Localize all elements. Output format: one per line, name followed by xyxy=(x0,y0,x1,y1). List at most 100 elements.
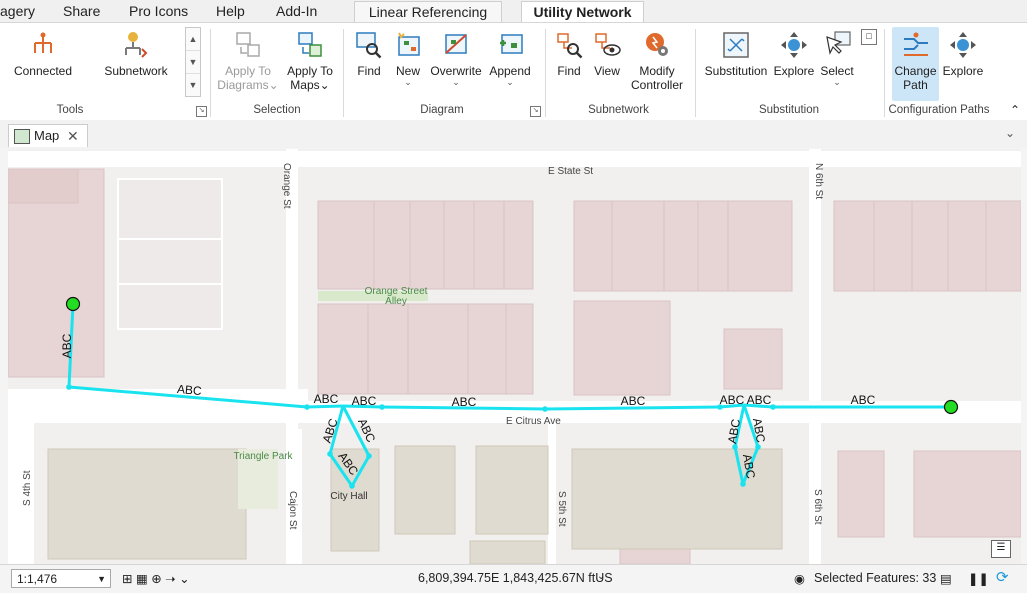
group-divider xyxy=(343,29,344,117)
street-label-orange-st: Orange St xyxy=(281,163,292,209)
close-icon[interactable]: ✕ xyxy=(67,125,79,147)
group-label-substitution: Substitution xyxy=(758,104,820,116)
trace-label: ABC xyxy=(720,393,745,407)
chevron-down-icon: ⌄ xyxy=(833,77,841,87)
trace-vertex[interactable] xyxy=(755,444,761,450)
coordinate-format-chevron-icon[interactable]: ⌄ xyxy=(597,571,605,582)
modify-controller-icon xyxy=(646,33,668,56)
group-label-configuration-paths: Configuration Paths xyxy=(888,104,990,116)
place-label-triangle-park: Triangle Park xyxy=(233,451,293,462)
trace-vertex[interactable] xyxy=(379,404,385,410)
substitution-icon xyxy=(723,32,749,58)
trace-label: ABC xyxy=(314,392,339,406)
substitution-button[interactable]: Substitution xyxy=(701,29,771,78)
tab-linear-referencing[interactable]: Linear Referencing xyxy=(354,1,502,23)
config-explore-button[interactable]: Explore xyxy=(941,29,985,78)
trace-endpoint[interactable] xyxy=(943,399,959,415)
trace-vertex[interactable] xyxy=(349,483,355,489)
trace-endpoint[interactable] xyxy=(65,296,81,312)
diagram-new-icon xyxy=(398,32,420,56)
chevron-down-icon: ▼ xyxy=(97,574,106,584)
status-bar: 1:1,476 ▼ ⊞ ▦ ⊕ ➝ ⌄ 6,809,394.75E 1,843,… xyxy=(0,564,1027,593)
map-icon xyxy=(14,129,30,144)
trace-vertex[interactable] xyxy=(66,384,72,390)
subnetwork-view-button[interactable]: View xyxy=(589,29,625,78)
selection-icon[interactable]: ◉ xyxy=(794,571,805,586)
tab-add-in[interactable]: Add-In xyxy=(276,1,326,22)
gallery-more-icon[interactable]: ▼ xyxy=(186,74,200,96)
connected-button[interactable]: Connected xyxy=(8,29,78,78)
apply-to-maps-icon xyxy=(298,32,322,57)
group-label-selection: Selection xyxy=(253,104,301,116)
gallery-down-icon[interactable]: ▼ xyxy=(186,51,200,74)
street-label-s-4th-st: S 4th St xyxy=(22,470,33,506)
substitution-explore-button[interactable]: Explore xyxy=(772,29,816,78)
tab-utility-network[interactable]: Utility Network xyxy=(521,1,644,24)
gallery-up-icon[interactable]: ▲ xyxy=(186,28,200,51)
trace-line-segment[interactable] xyxy=(306,404,344,409)
ribbon: Connected Subnetwork ▲ ▼ ▼ Tools ↘ Apply… xyxy=(0,22,1027,121)
street-label-cajon-st: Cajon St xyxy=(287,491,298,530)
tab-imagery[interactable]: agery xyxy=(0,1,40,22)
tab-help[interactable]: Help xyxy=(216,1,250,22)
chevron-down-icon[interactable]: ⌄ xyxy=(1005,126,1015,140)
trace-label: ABC xyxy=(176,382,202,398)
trace-label: ABC xyxy=(352,394,377,408)
navigation-tools-icon[interactable]: ⊞ ▦ ⊕ ➝ ⌄ xyxy=(122,571,190,586)
group-divider xyxy=(210,29,211,117)
explore-icon xyxy=(781,32,807,58)
apply-to-diagrams-button[interactable]: Apply To Diagrams⌄ xyxy=(216,29,280,92)
trace-vertex[interactable] xyxy=(542,406,548,412)
trace-vertex[interactable] xyxy=(327,451,333,457)
trace-vertex[interactable] xyxy=(366,453,372,459)
group-divider xyxy=(884,29,885,117)
tools-gallery-scroll[interactable]: ▲ ▼ ▼ xyxy=(185,27,201,97)
tab-share[interactable]: Share xyxy=(63,1,103,22)
diagram-overwrite-icon xyxy=(445,34,467,54)
select-icon xyxy=(826,31,851,55)
diagram-append-button[interactable]: Append ⌄ xyxy=(486,29,534,87)
diagram-find-button[interactable]: Find xyxy=(350,29,388,78)
modify-controller-button[interactable]: Modify Controller xyxy=(628,29,686,92)
chevron-down-icon: ⌄ xyxy=(452,77,460,87)
apply-to-maps-button[interactable]: Apply To Maps⌄ xyxy=(282,29,338,92)
catalog-pane-icon[interactable]: ☰ xyxy=(991,540,1011,558)
pause-drawing-icon[interactable]: ❚❚ xyxy=(968,571,989,586)
subnetwork-view-icon xyxy=(595,33,621,56)
chevron-down-icon: ⌄ xyxy=(319,78,330,92)
connected-icon xyxy=(34,32,52,53)
trace-label: ABC xyxy=(747,393,772,407)
trace-vertex[interactable] xyxy=(304,404,310,410)
ribbon-tab-strip: agery Share Pro Icons Help Add-In Linear… xyxy=(0,0,1027,24)
map-view-tab[interactable]: Map ✕ xyxy=(8,124,88,147)
tools-launcher-icon[interactable]: ↘ xyxy=(196,106,207,117)
change-path-button[interactable]: Change Path xyxy=(892,27,939,101)
street-label-s-5th-st: S 5th St xyxy=(556,491,567,527)
scale-dropdown[interactable]: 1:1,476 ▼ xyxy=(11,569,111,588)
chevron-down-icon: ⌄ xyxy=(404,77,412,87)
chevron-down-icon: ⌄ xyxy=(506,77,514,87)
table-icon[interactable]: ▤ xyxy=(940,571,952,586)
map-view[interactable]: E State St Orange St N 6th St E Citrus A… xyxy=(8,149,1021,564)
subnetwork-find-icon xyxy=(557,33,583,59)
diagram-overwrite-button[interactable]: Overwrite ⌄ xyxy=(428,29,484,87)
street-label-n-6th-st: N 6th St xyxy=(813,163,824,199)
diagram-append-icon xyxy=(500,34,523,54)
group-label-tools: Tools xyxy=(56,104,84,116)
trace-label: ABC xyxy=(621,394,646,408)
subnetwork-button[interactable]: Subnetwork xyxy=(100,29,172,78)
diagram-launcher-icon[interactable]: ↘ xyxy=(530,106,541,117)
refresh-icon[interactable]: ⟳ xyxy=(996,568,1009,586)
diagram-new-button[interactable]: New ⌄ xyxy=(390,29,426,87)
substitution-select-button[interactable]: Select ⌄ xyxy=(818,29,856,87)
trace-label: ABC xyxy=(60,333,74,358)
substitution-options-icon[interactable]: □ xyxy=(861,29,877,45)
subnetwork-find-button[interactable]: Find xyxy=(551,29,587,78)
subnetwork-icon xyxy=(125,32,148,58)
street-label-e-state-st: E State St xyxy=(548,166,593,177)
group-divider xyxy=(545,29,546,117)
collapse-ribbon-icon[interactable]: ⌃ xyxy=(1008,103,1022,117)
trace-vertex[interactable] xyxy=(740,481,746,487)
map-canvas[interactable]: E State St Orange St N 6th St E Citrus A… xyxy=(8,149,1021,564)
tab-pro-icons[interactable]: Pro Icons xyxy=(129,1,193,22)
